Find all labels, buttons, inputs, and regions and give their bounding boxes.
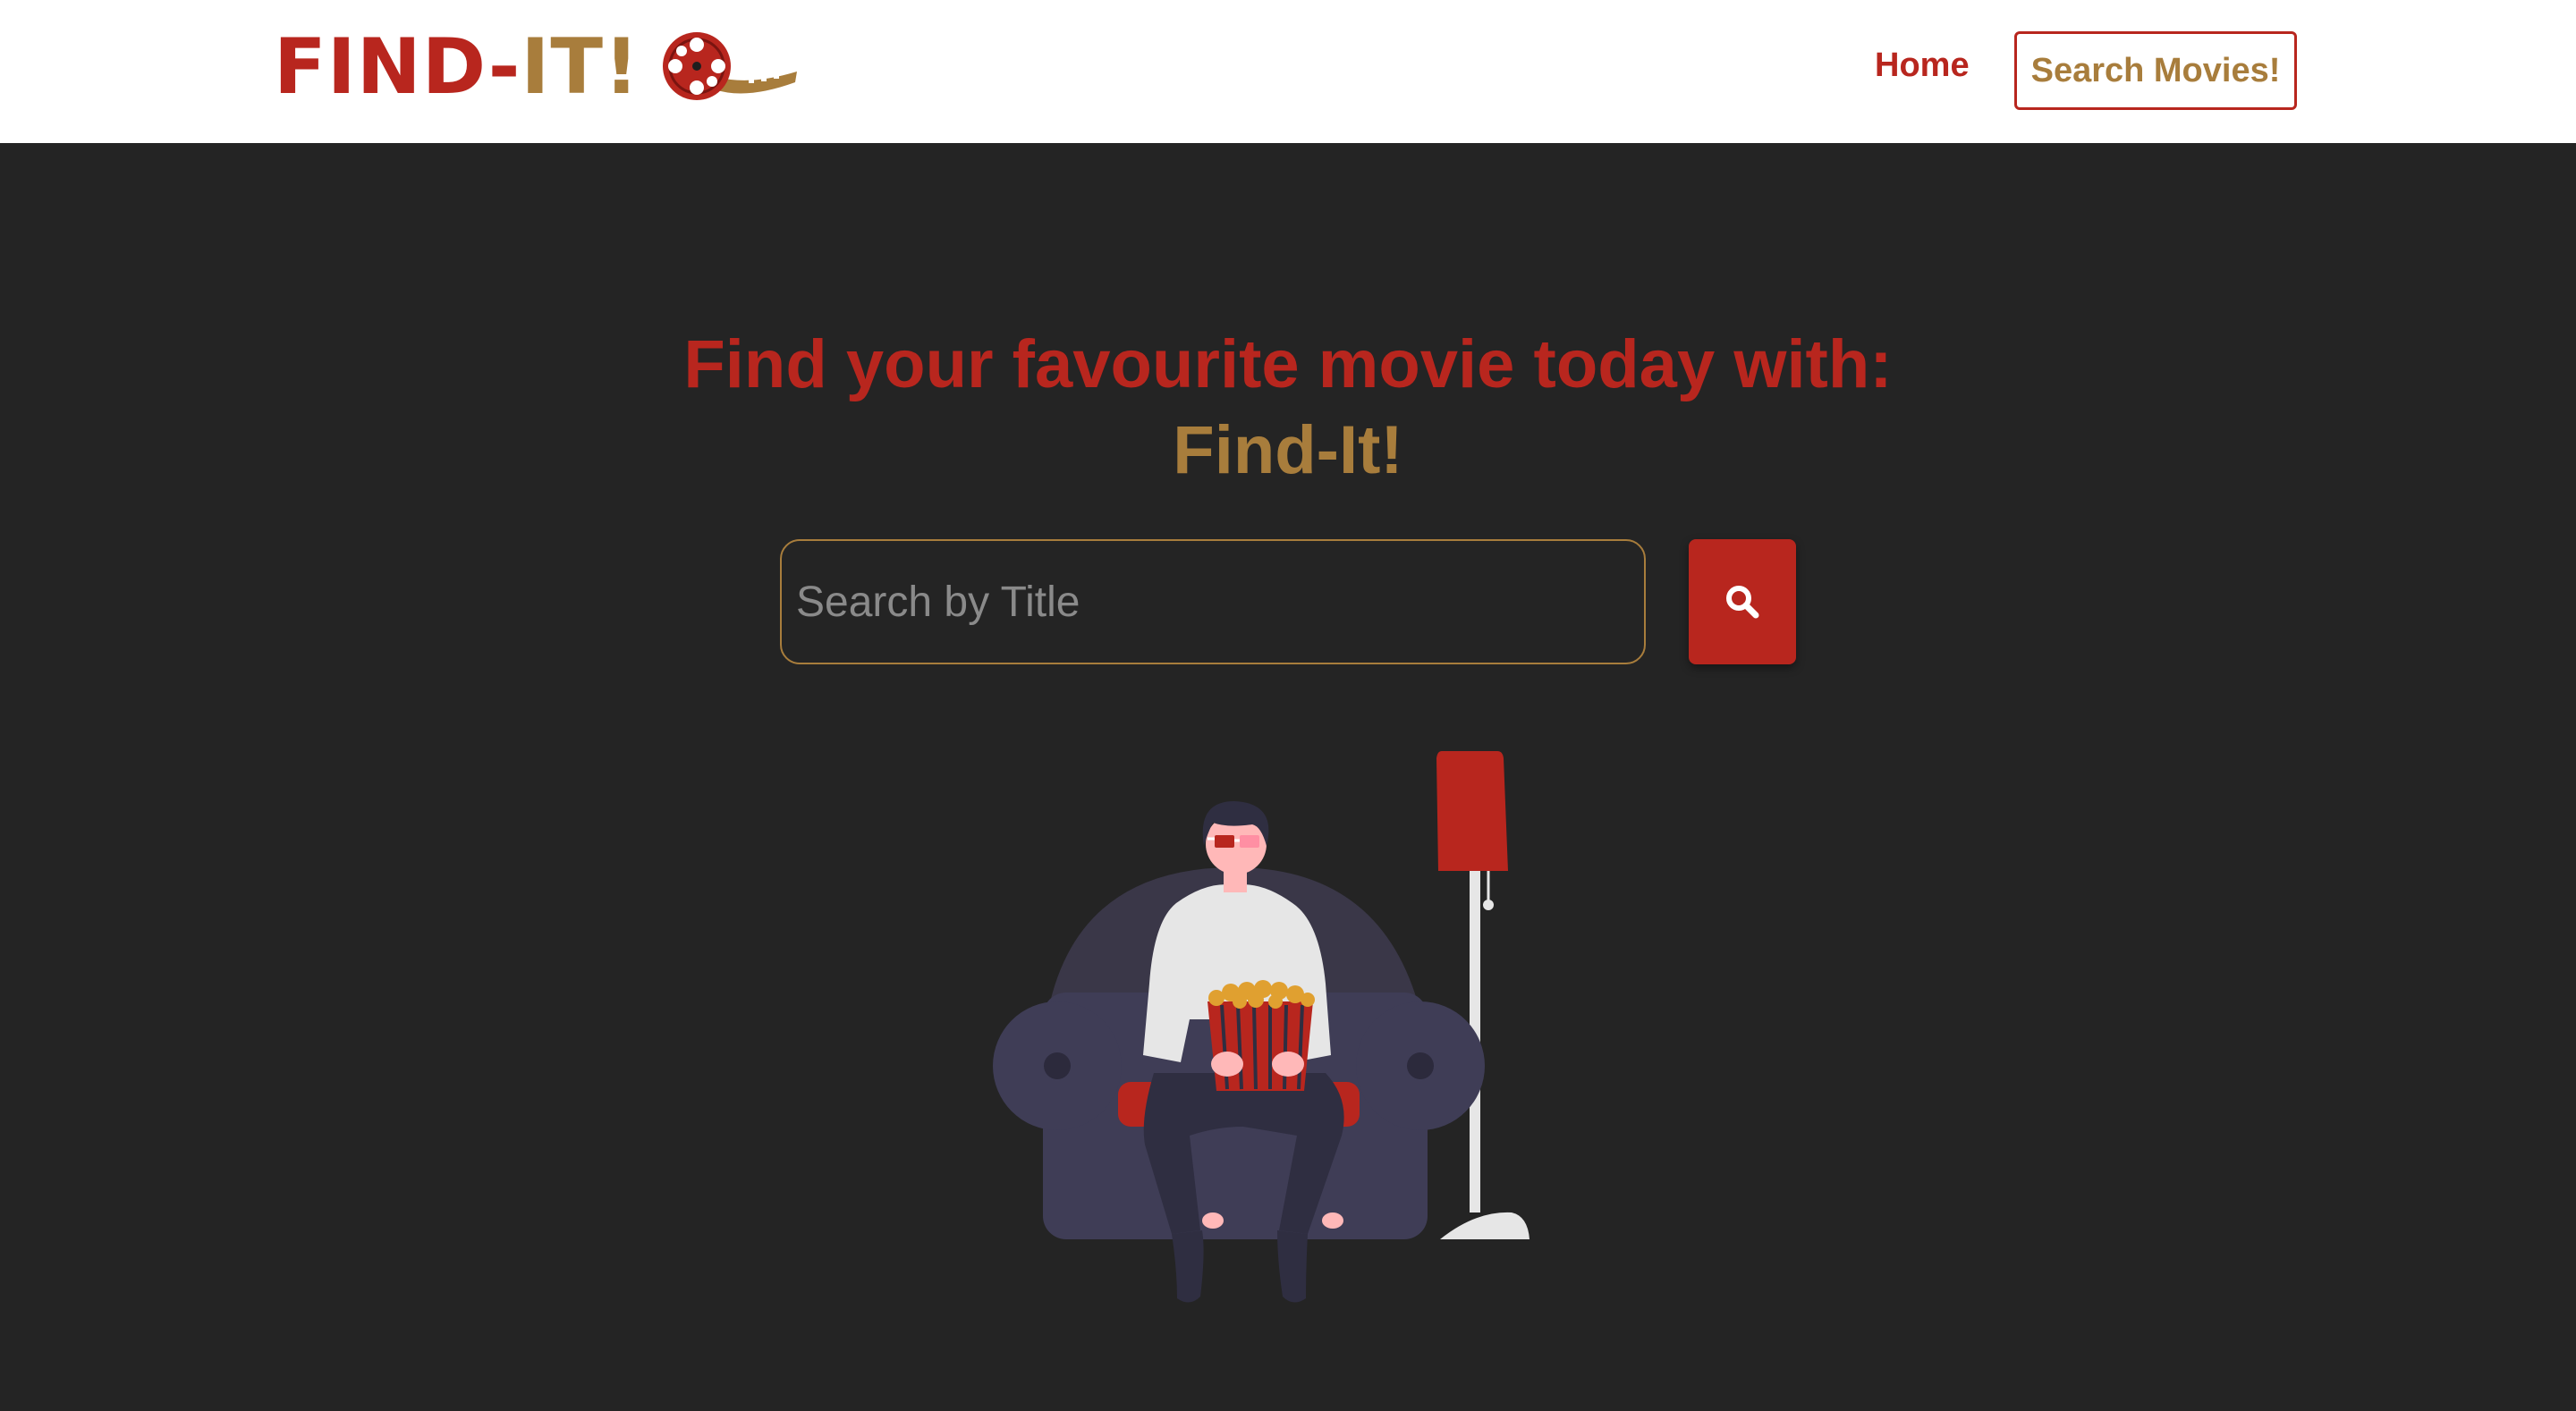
hero-title-brand: Find-It!: [1173, 412, 1403, 488]
film-reel-icon: [663, 32, 798, 100]
hero-title-line1: Find your favourite movie today with:: [683, 326, 1893, 402]
search-icon: [1726, 586, 1759, 619]
floor-lamp: [1436, 751, 1530, 1239]
nav-home-link[interactable]: Home: [1875, 46, 1970, 85]
search-input[interactable]: [780, 539, 1646, 664]
site-logo[interactable]: FIND-IT!: [274, 27, 804, 107]
hero-title: Find your favourite movie today with: Fi…: [0, 322, 2576, 494]
logo-text-it: IT!: [521, 22, 640, 112]
logo-text-find: FIND-: [274, 22, 521, 112]
person-watching-movie-illustration: [993, 751, 1530, 1303]
nav-search-movies-button[interactable]: Search Movies!: [2014, 31, 2297, 110]
navbar: FIND-IT! Home Search Movies!: [0, 0, 2576, 143]
logo-wordmark: FIND-IT!: [274, 27, 640, 107]
search-button[interactable]: [1689, 539, 1796, 664]
